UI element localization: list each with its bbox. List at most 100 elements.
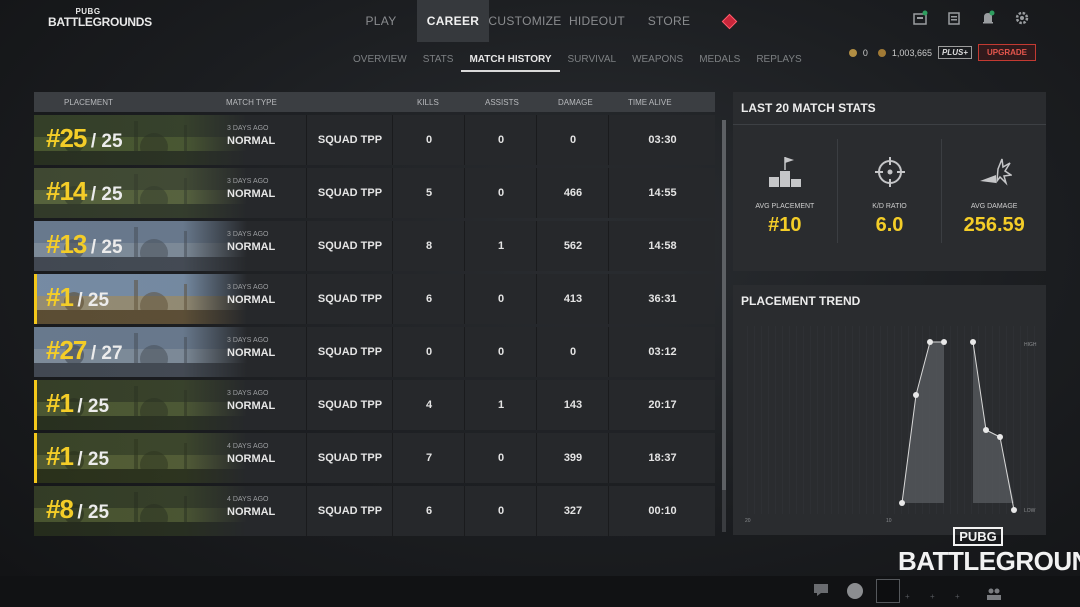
table-row[interactable]: #14 / 25 3 DAYS AGO NORMAL SQUAD TPP 5 0 46… <box>34 168 715 218</box>
row-damage: 0 <box>536 327 609 377</box>
table-row[interactable]: #1 / 25 3 DAYS AGO NORMAL SQUAD TPP 4 1 143… <box>34 380 715 430</box>
tab-hideout[interactable]: HIDEOUT <box>561 0 633 42</box>
row-squad-type: SQUAD TPP <box>306 486 393 536</box>
table-row[interactable]: #1 / 25 4 DAYS AGO NORMAL SQUAD TPP 7 0 399… <box>34 433 715 483</box>
placement: #14 / 25 <box>46 176 123 207</box>
match-time: 3 DAYS AGO NORMAL <box>227 178 275 200</box>
gcoin-icon <box>848 48 857 57</box>
row-kills: 6 <box>392 486 465 536</box>
table-header: PLACEMENT MATCH TYPE KILLS ASSISTS DAMAG… <box>34 92 715 112</box>
subtab-survival[interactable]: SURVIVAL <box>560 50 625 70</box>
profile-avatar[interactable] <box>846 582 864 604</box>
stat-avg-placement: AVG PLACEMENT #10 <box>733 139 838 243</box>
upgrade-button[interactable]: UPGRADE <box>977 44 1036 61</box>
table-row[interactable]: #13 / 25 3 DAYS AGO NORMAL SQUAD TPP 8 1 56… <box>34 221 715 271</box>
invite-icon[interactable]: + + + <box>905 586 965 605</box>
inventory-icon[interactable] <box>912 10 928 26</box>
row-time-alive: 03:12 <box>608 327 716 377</box>
top-icons <box>912 10 1030 26</box>
match-ago: 3 DAYS AGO <box>227 178 269 185</box>
trend-point[interactable] <box>983 427 989 433</box>
pubg-logo[interactable]: PUBG BATTLEGROUNDS <box>48 8 152 29</box>
scrollbar-thumb[interactable] <box>722 120 726 490</box>
table-row[interactable]: #8 / 25 4 DAYS AGO NORMAL SQUAD TPP 6 0 327… <box>34 486 715 536</box>
placement: #13 / 25 <box>46 229 123 260</box>
row-time-alive: 00:10 <box>608 486 716 536</box>
table-row[interactable]: #1 / 25 3 DAYS AGO NORMAL SQUAD TPP 6 0 413… <box>34 274 715 324</box>
plus-badge[interactable]: PLUS+ <box>937 46 972 59</box>
trend-point[interactable] <box>970 339 976 345</box>
tab-customize[interactable]: CUSTOMIZE <box>488 0 561 42</box>
row-damage: 562 <box>536 221 609 271</box>
trend-point[interactable] <box>899 500 905 506</box>
tab-play[interactable]: PLAY <box>345 0 417 42</box>
trend-point[interactable] <box>927 339 933 345</box>
logo-line-2: BATTLEGROUNDS <box>48 15 152 29</box>
clipboard-icon[interactable] <box>946 10 962 26</box>
trend-point[interactable] <box>941 339 947 345</box>
match-history-table: PLACEMENT MATCH TYPE KILLS ASSISTS DAMAG… <box>34 92 715 536</box>
subtab-replays[interactable]: REPLAYS <box>748 50 809 70</box>
row-assists: 0 <box>464 168 537 218</box>
svg-text:+: + <box>930 592 935 601</box>
tab-store[interactable]: STORE <box>633 0 705 42</box>
stat-label: AVG PLACEMENT <box>755 203 815 210</box>
subtab-stats[interactable]: STATS <box>415 50 462 70</box>
win-marker <box>34 274 37 324</box>
match-mode: NORMAL <box>227 241 276 253</box>
row-damage: 143 <box>536 380 609 430</box>
gear-icon[interactable] <box>1014 10 1030 26</box>
row-damage: 399 <box>536 433 609 483</box>
stat-label: AVG DAMAGE <box>970 203 1018 210</box>
match-mode: NORMAL <box>227 453 276 465</box>
subtab-weapons[interactable]: WEAPONS <box>624 50 691 70</box>
event-diamond-icon <box>721 13 737 29</box>
match-ago: 4 DAYS AGO <box>227 496 269 503</box>
subtab-medals[interactable]: MEDALS <box>691 50 748 70</box>
placement-total: / 25 <box>77 449 110 470</box>
chat-icon[interactable] <box>813 582 829 601</box>
trend-point[interactable] <box>1011 507 1017 513</box>
match-ago: 3 DAYS AGO <box>227 390 269 397</box>
table-row[interactable]: #27 / 27 3 DAYS AGO NORMAL SQUAD TPP 0 0 0 0… <box>34 327 715 377</box>
placement-total: / 25 <box>90 184 123 205</box>
placement-rank: #1 <box>46 388 74 418</box>
bp-amount: 1,003,665 <box>891 47 932 58</box>
placement-total: / 27 <box>90 343 123 364</box>
stat-value: 256.59 <box>963 214 1025 236</box>
row-time-alive: 20:17 <box>608 380 716 430</box>
row-kills: 5 <box>392 168 465 218</box>
header-assists: ASSISTS <box>485 98 519 107</box>
placement-rank: #1 <box>46 441 74 471</box>
subtab-overview[interactable]: OVERVIEW <box>345 50 415 70</box>
table-body: #25 / 25 3 DAYS AGO NORMAL SQUAD TPP 0 0 0 0… <box>34 115 715 536</box>
placement-trend-title: PLACEMENT TREND <box>741 294 861 308</box>
placement-total: / 25 <box>77 502 110 523</box>
match-ago: 3 DAYS AGO <box>227 231 269 238</box>
watermark-line-2: BATTLEGROUNDS <box>898 546 1080 576</box>
stat-value: 6.0 <box>875 214 904 236</box>
event-tab[interactable] <box>705 0 753 42</box>
match-time: 3 DAYS AGO NORMAL <box>227 231 275 253</box>
tab-career[interactable]: CAREER <box>417 0 489 42</box>
placement-trend-panel: PLACEMENT TREND HIGH 20 10 LOW <box>733 285 1046 535</box>
match-mode: NORMAL <box>227 188 276 200</box>
friends-icon[interactable] <box>987 585 1001 604</box>
crosshair-icon <box>874 157 905 187</box>
row-kills: 4 <box>392 380 465 430</box>
bell-icon[interactable] <box>980 10 996 26</box>
podium-icon <box>768 157 801 187</box>
scrollbar[interactable] <box>722 120 726 532</box>
stat-value: #10 <box>768 214 802 236</box>
placement-total: / 25 <box>90 237 123 258</box>
win-marker <box>34 433 37 483</box>
trend-point[interactable] <box>997 434 1003 440</box>
trend-point[interactable] <box>913 392 919 398</box>
row-damage: 327 <box>536 486 609 536</box>
subtab-match-history[interactable]: MATCH HISTORY <box>461 50 560 72</box>
stat-avg-damage: AVG DAMAGE 256.59 <box>942 139 1046 243</box>
party-slot[interactable] <box>876 579 900 603</box>
table-row[interactable]: #25 / 25 3 DAYS AGO NORMAL SQUAD TPP 0 0 0 0… <box>34 115 715 165</box>
placement-total: / 25 <box>90 131 123 152</box>
placement: #1 / 25 <box>46 282 109 313</box>
